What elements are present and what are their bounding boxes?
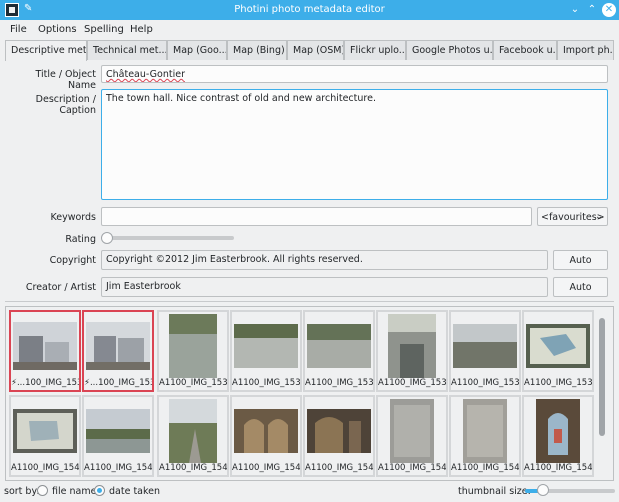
thumbnail-label: A1100_IMG_1538 bbox=[451, 378, 519, 388]
thumbnail-grid: ⚡...100_IMG_1532 ⚡...100_IMG_1533 A1100_… bbox=[5, 306, 614, 481]
photo-lock bbox=[453, 324, 517, 368]
keywords-label: Keywords bbox=[50, 212, 96, 223]
tab-map-bing[interactable]: Map (Bing) bbox=[227, 40, 287, 60]
thumbnail-label: A1100_IMG_1537 bbox=[378, 378, 446, 388]
favourites-dropdown[interactable]: <favourites> ⌄ bbox=[537, 207, 608, 226]
thumbnail-size-handle[interactable] bbox=[537, 484, 549, 496]
thumbnail-label: ⚡...100_IMG_1533 bbox=[84, 378, 152, 388]
thumbnail-label: A1100_IMG_1542 bbox=[159, 463, 227, 473]
photo-weir bbox=[234, 324, 298, 368]
menu-spelling[interactable]: Spelling bbox=[84, 24, 124, 35]
title-value: Château-Gontier bbox=[106, 69, 185, 80]
thumbnail-label: ⚡...100_IMG_1532 bbox=[11, 378, 79, 388]
copyright-field[interactable]: Copyright ©2012 Jim Easterbrook. All rig… bbox=[101, 250, 548, 270]
photo-lock bbox=[388, 314, 436, 378]
thumbnail-label: A1100_IMG_1543 bbox=[232, 463, 300, 473]
close-icon[interactable]: ✕ bbox=[602, 3, 616, 17]
minimize-icon[interactable]: ⌄ bbox=[568, 3, 582, 17]
tab-descriptive-metadata[interactable]: Descriptive met... bbox=[5, 40, 87, 61]
tab-google-photos-upload[interactable]: Google Photos u... bbox=[406, 40, 493, 60]
description-label: Description / Caption bbox=[35, 94, 96, 116]
photo-weir bbox=[307, 324, 371, 368]
copyright-auto-button[interactable]: Auto bbox=[553, 250, 608, 270]
thumbnail-label: A1100_IMG_1547 bbox=[524, 463, 592, 473]
tab-technical-metadata[interactable]: Technical met... bbox=[87, 40, 167, 60]
tab-map-google[interactable]: Map (Goo... bbox=[167, 40, 227, 60]
thumbnail[interactable]: A1100_IMG_1539 bbox=[522, 310, 594, 392]
tab-bar: Descriptive met... Technical met... Map … bbox=[5, 40, 614, 61]
keywords-field[interactable] bbox=[101, 207, 532, 226]
thumbnail-label: A1100_IMG_1541 bbox=[84, 463, 152, 473]
menu-file[interactable]: File bbox=[10, 24, 27, 35]
sort-file-name-label[interactable]: file name bbox=[52, 486, 96, 497]
thumbnail-label: A1100_IMG_1534 bbox=[159, 378, 227, 388]
rating-slider-track[interactable] bbox=[103, 236, 234, 240]
title-field[interactable]: Château-Gontier bbox=[101, 65, 608, 83]
thumbnail-label: A1100_IMG_1535 bbox=[232, 378, 300, 388]
thumbnail-size-label: thumbnail size: bbox=[458, 486, 531, 497]
photo-weir bbox=[169, 314, 217, 378]
thumbnail[interactable]: A1100_IMG_1535 bbox=[230, 310, 302, 392]
photo-town-hall bbox=[13, 322, 77, 370]
thumbnail[interactable]: ⚡...100_IMG_1532 bbox=[9, 310, 81, 392]
description-field[interactable]: The town hall. Nice contrast of old and … bbox=[101, 89, 608, 200]
thumbnail-label: A1100_IMG_1539 bbox=[524, 378, 592, 388]
photo-stone-slab bbox=[390, 399, 434, 463]
thumbnail-label: A1100_IMG_1540 bbox=[11, 463, 79, 473]
splitter[interactable] bbox=[5, 301, 614, 303]
thumbnail-scrollbar[interactable] bbox=[597, 310, 607, 478]
scrollbar-handle[interactable] bbox=[599, 318, 605, 436]
sort-date-taken-radio[interactable] bbox=[94, 485, 105, 496]
thumbnail[interactable]: A1100_IMG_1545 bbox=[376, 395, 448, 477]
thumbnail[interactable]: A1100_IMG_1547 bbox=[522, 395, 594, 477]
photo-town-hall bbox=[86, 322, 150, 370]
tab-map-osm[interactable]: Map (OSM) bbox=[287, 40, 344, 60]
title-label: Title / Object Name bbox=[35, 69, 96, 91]
photo-map-sign bbox=[13, 409, 77, 453]
tab-import-photos[interactable]: Import ph... bbox=[557, 40, 614, 60]
menu-options[interactable]: Options bbox=[38, 24, 77, 35]
thumbnail[interactable]: A1100_IMG_1534 bbox=[157, 310, 229, 392]
creator-label: Creator / Artist bbox=[25, 282, 96, 293]
thumbnail[interactable]: A1100_IMG_1542 bbox=[157, 395, 229, 477]
photo-towpath bbox=[169, 399, 217, 463]
thumbnail[interactable]: A1100_IMG_1544 bbox=[303, 395, 375, 477]
photo-stained-glass bbox=[536, 399, 580, 463]
thumbnail[interactable]: A1100_IMG_1546 bbox=[449, 395, 521, 477]
photo-river bbox=[86, 409, 150, 453]
rating-slider-handle[interactable] bbox=[101, 232, 113, 244]
thumbnail[interactable]: A1100_IMG_1540 bbox=[9, 395, 81, 477]
creator-auto-button[interactable]: Auto bbox=[553, 277, 608, 297]
tab-flickr-upload[interactable]: Flickr uplo... bbox=[344, 40, 406, 60]
photo-crypt bbox=[234, 409, 298, 453]
creator-field[interactable]: Jim Easterbrook bbox=[101, 277, 548, 297]
chevron-down-icon: ⌄ bbox=[595, 211, 603, 222]
maximize-icon[interactable]: ⌃ bbox=[585, 3, 599, 17]
photo-crypt bbox=[307, 409, 371, 453]
thumbnail[interactable]: A1100_IMG_1543 bbox=[230, 395, 302, 477]
thumbnail[interactable]: A1100_IMG_1541 bbox=[82, 395, 154, 477]
sort-date-taken-label[interactable]: date taken bbox=[109, 486, 160, 497]
sort-label: sort by: bbox=[4, 486, 40, 497]
thumbnail[interactable]: A1100_IMG_1536 bbox=[303, 310, 375, 392]
photo-stone-slab bbox=[463, 399, 507, 463]
thumbnail-label: A1100_IMG_1546 bbox=[451, 463, 519, 473]
thumbnail[interactable]: ⚡...100_IMG_1533 bbox=[82, 310, 154, 392]
thumbnail-label: A1100_IMG_1545 bbox=[378, 463, 446, 473]
thumbnail[interactable]: A1100_IMG_1538 bbox=[449, 310, 521, 392]
menu-bar: File Options Spelling Help bbox=[0, 20, 619, 39]
window-title: Photini photo metadata editor bbox=[234, 4, 385, 15]
rating-label: Rating bbox=[65, 234, 96, 245]
thumbnail-label: A1100_IMG_1544 bbox=[305, 463, 373, 473]
sort-file-name-radio[interactable] bbox=[37, 485, 48, 496]
copyright-label: Copyright bbox=[49, 255, 96, 266]
title-bar: ✎ Photini photo metadata editor ⌄ ⌃ ✕ bbox=[0, 0, 619, 20]
tab-facebook-upload[interactable]: Facebook u... bbox=[493, 40, 557, 60]
thumbnail-label: A1100_IMG_1536 bbox=[305, 378, 373, 388]
photo-map-sign bbox=[526, 324, 590, 368]
thumbnail[interactable]: A1100_IMG_1537 bbox=[376, 310, 448, 392]
menu-help[interactable]: Help bbox=[130, 24, 153, 35]
